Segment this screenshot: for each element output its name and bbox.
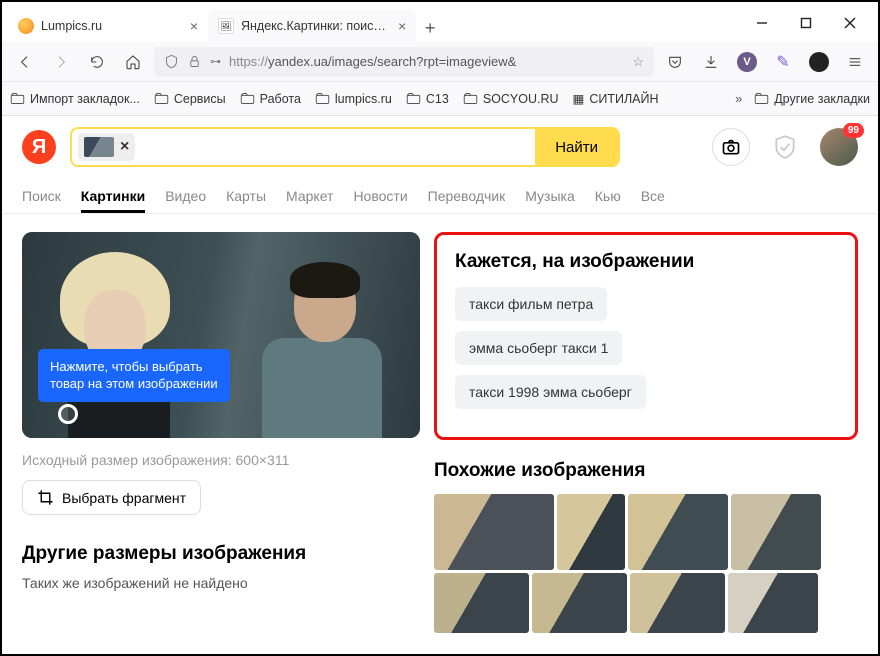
star-icon[interactable]: ☆ xyxy=(632,54,644,70)
lock-icon xyxy=(187,54,202,69)
nav-news[interactable]: Новости xyxy=(353,188,407,204)
close-window-button[interactable] xyxy=(828,8,872,38)
other-bookmarks[interactable]: Другие закладки xyxy=(754,92,870,106)
similar-thumb[interactable] xyxy=(728,573,818,633)
similar-thumb[interactable] xyxy=(628,494,728,570)
site-icon: ▦ xyxy=(573,91,585,106)
product-marker-icon[interactable] xyxy=(58,404,78,424)
suggestion-chip[interactable]: эмма сьоберг такси 1 xyxy=(455,331,622,365)
close-icon[interactable]: × xyxy=(190,18,198,34)
search-input[interactable] xyxy=(135,129,535,165)
similar-thumb[interactable] xyxy=(434,494,554,570)
ext-icon-dark[interactable] xyxy=(804,47,834,77)
bookmark-item[interactable]: ▦СИТИЛАЙН xyxy=(573,91,659,106)
import-bookmarks[interactable]: Импорт закладок... xyxy=(10,92,140,106)
ext-icon-feather[interactable]: ✎ xyxy=(768,47,798,77)
favicon-lumpics xyxy=(18,18,34,34)
nav-video[interactable]: Видео xyxy=(165,188,206,204)
home-button[interactable] xyxy=(118,47,148,77)
shield-icon xyxy=(164,54,179,69)
bookmarks-bar: Импорт закладок... Сервисы Работа lumpic… xyxy=(2,82,878,116)
ext-icon-v[interactable]: V xyxy=(732,47,762,77)
nav-images[interactable]: Картинки xyxy=(81,188,145,204)
new-tab-button[interactable]: + xyxy=(416,14,444,42)
search-bar: × Найти xyxy=(70,127,620,167)
adblock-shield-icon[interactable] xyxy=(770,132,800,162)
download-icon[interactable] xyxy=(696,47,726,77)
crop-icon xyxy=(37,489,54,506)
browser-tab[interactable]: Lumpics.ru × xyxy=(8,10,208,42)
pocket-icon[interactable] xyxy=(660,47,690,77)
browser-toolbar: ⊶ https://yandex.ua/images/search?rpt=im… xyxy=(2,42,878,82)
nav-market[interactable]: Маркет xyxy=(286,188,333,204)
tab-title: Lumpics.ru xyxy=(41,19,102,33)
notification-badge: 99 xyxy=(843,123,864,138)
browser-tab-active[interactable]: 🖼 Яндекс.Картинки: поиск по из × xyxy=(208,10,416,42)
similar-thumb[interactable] xyxy=(731,494,821,570)
camera-button[interactable] xyxy=(712,128,750,166)
forward-button[interactable] xyxy=(46,47,76,77)
nav-translate[interactable]: Переводчик xyxy=(428,188,506,204)
similar-heading: Похожие изображения xyxy=(434,460,858,482)
bookmark-folder[interactable]: lumpics.ru xyxy=(315,92,392,106)
yandex-service-nav: Поиск Картинки Видео Карты Маркет Новост… xyxy=(2,178,878,214)
other-sizes-text: Таких же изображений не найдено xyxy=(22,575,420,591)
nav-all[interactable]: Все xyxy=(641,188,665,204)
minimize-button[interactable] xyxy=(740,8,784,38)
search-button[interactable]: Найти xyxy=(535,129,618,165)
suggestion-chip[interactable]: такси 1998 эмма сьоберг xyxy=(455,375,646,409)
similar-thumb[interactable] xyxy=(630,573,725,633)
close-icon[interactable]: × xyxy=(398,18,406,34)
user-avatar[interactable]: 99 xyxy=(820,128,858,166)
image-meta: Исходный размер изображения: 600×311 xyxy=(22,452,420,468)
bookmark-folder[interactable]: Сервисы xyxy=(154,92,226,106)
camera-icon xyxy=(721,137,741,157)
reload-button[interactable] xyxy=(82,47,112,77)
similar-images-row xyxy=(434,573,858,633)
suggestion-chip[interactable]: такси фильм петра xyxy=(455,287,607,321)
permissions-icon: ⊶ xyxy=(210,55,221,68)
similar-images-row xyxy=(434,494,858,570)
query-image[interactable]: Нажмите, чтобы выбрать товар на этом изо… xyxy=(22,232,420,438)
image-chip[interactable]: × xyxy=(78,133,135,161)
product-hint-tooltip[interactable]: Нажмите, чтобы выбрать товар на этом изо… xyxy=(38,349,230,402)
nav-music[interactable]: Музыка xyxy=(525,188,575,204)
looks-like-panel: Кажется, на изображении такси фильм петр… xyxy=(434,232,858,440)
back-button[interactable] xyxy=(10,47,40,77)
nav-maps[interactable]: Карты xyxy=(226,188,266,204)
similar-thumb[interactable] xyxy=(557,494,625,570)
nav-q[interactable]: Кью xyxy=(595,188,621,204)
similar-thumb[interactable] xyxy=(434,573,529,633)
window-titlebar: Lumpics.ru × 🖼 Яндекс.Картинки: поиск по… xyxy=(2,2,878,42)
menu-button[interactable] xyxy=(840,47,870,77)
overflow-icon[interactable]: » xyxy=(735,92,742,106)
crop-button[interactable]: Выбрать фрагмент xyxy=(22,480,201,515)
yandex-header: Я × Найти 99 xyxy=(2,116,878,178)
looks-like-heading: Кажется, на изображении xyxy=(455,251,837,273)
bookmark-folder[interactable]: SOCYOU.RU xyxy=(463,92,559,106)
favicon-yandex: 🖼 xyxy=(218,18,234,34)
maximize-button[interactable] xyxy=(784,8,828,38)
results-content: Нажмите, чтобы выбрать товар на этом изо… xyxy=(2,214,878,651)
bookmark-folder[interactable]: C13 xyxy=(406,92,449,106)
similar-thumb[interactable] xyxy=(532,573,627,633)
bookmark-folder[interactable]: Работа xyxy=(240,92,301,106)
nav-search[interactable]: Поиск xyxy=(22,188,61,204)
other-sizes-heading: Другие размеры изображения xyxy=(22,543,420,565)
tab-title: Яндекс.Картинки: поиск по из xyxy=(241,19,391,33)
import-icon xyxy=(10,92,25,105)
address-bar[interactable]: ⊶ https://yandex.ua/images/search?rpt=im… xyxy=(154,47,654,77)
url-text: https://yandex.ua/images/search?rpt=imag… xyxy=(229,54,624,69)
chip-thumbnail xyxy=(84,137,114,157)
remove-chip-icon[interactable]: × xyxy=(120,138,129,156)
yandex-logo[interactable]: Я xyxy=(22,130,56,164)
